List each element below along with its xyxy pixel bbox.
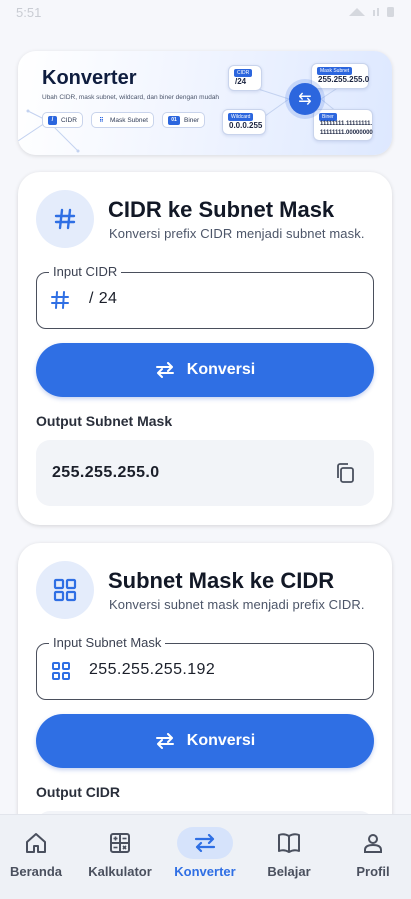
chip-cidr: / CIDR	[42, 112, 83, 128]
hash-icon	[36, 190, 94, 248]
mini-value: /24	[235, 77, 247, 86]
button-label: Konversi	[186, 361, 256, 378]
field-label: Input Subnet Mask	[49, 635, 166, 650]
mini-card-cidr: CIDR /24	[228, 65, 262, 91]
mini-card-binary: Biner 11111111.11111111. 11111111.000000…	[313, 109, 373, 141]
swap-icon	[155, 733, 174, 749]
grid-icon: ⠿	[97, 115, 106, 125]
convert-button[interactable]: Konversi	[36, 714, 374, 768]
slash-icon: /	[48, 115, 57, 125]
converter-banner: Konverter Ubah CIDR, mask subnet, wildca…	[18, 51, 392, 155]
nav-label: Belajar	[267, 864, 311, 879]
mask-input-value[interactable]: 255.255.255.192	[89, 661, 215, 679]
card-description: Konversi subnet mask menjadi prefix CIDR…	[109, 597, 365, 612]
mini-card-mask: Mask Subnet 255.255.255.0	[311, 63, 369, 89]
person-icon	[364, 834, 382, 853]
chip-label: Biner	[184, 116, 200, 124]
mini-tag: CIDR	[234, 69, 253, 77]
swap-icon: ⇆	[289, 83, 321, 115]
output-label: Output CIDR	[36, 784, 120, 800]
mini-card-wildcard: Wildcard 0.0.0.255	[222, 109, 266, 135]
mini-value: 11111111.00000000	[320, 130, 373, 136]
book-icon	[278, 833, 300, 853]
swap-icon	[194, 834, 216, 852]
cidr-input-value[interactable]: / 24	[89, 290, 117, 308]
chip-mask-subnet: ⠿ Mask Subnet	[91, 112, 154, 128]
mini-tag: Wildcard	[228, 113, 254, 121]
active-indicator	[177, 827, 233, 859]
status-time: 5:51	[16, 5, 42, 20]
card-description: Konversi prefix CIDR menjadi subnet mask…	[109, 226, 365, 241]
grid-icon	[36, 561, 94, 619]
status-bar: 5:51	[0, 0, 411, 26]
field-label: Input CIDR	[49, 264, 122, 279]
cidr-to-mask-card: CIDR ke Subnet Mask Konversi prefix CIDR…	[18, 172, 392, 525]
chip-biner: 01 Biner	[162, 112, 206, 128]
mini-value: 11111111.11111111.	[320, 121, 373, 127]
nav-label: Profil	[356, 864, 390, 879]
grid-icon	[51, 661, 71, 686]
mini-tag: Biner	[319, 113, 337, 121]
nav-label: Kalkulator	[88, 864, 152, 879]
mini-tag: Mask Subnet	[317, 67, 353, 75]
nav-label: Beranda	[9, 864, 63, 879]
card-title: Subnet Mask ke CIDR	[108, 568, 335, 593]
calculator-icon	[110, 833, 130, 853]
nav-item-profil[interactable]: Profil	[332, 815, 411, 899]
button-label: Konversi	[186, 732, 256, 749]
banner-subtitle: Ubah CIDR, mask subnet, wildcard, dan bi…	[42, 94, 220, 101]
mini-value: 255.255.255.0	[318, 75, 370, 84]
mini-value: 0.0.0.255	[229, 121, 263, 130]
nav-label: Konverter	[174, 864, 236, 879]
hash-icon	[51, 290, 69, 315]
nav-item-beranda[interactable]: Beranda	[0, 815, 77, 899]
swap-icon	[155, 362, 174, 378]
banner-title: Konverter	[42, 67, 137, 89]
convert-button[interactable]: Konversi	[36, 343, 374, 397]
nav-item-kalkulator[interactable]: Kalkulator	[79, 815, 161, 899]
output-box: 255.255.255.0	[36, 440, 374, 506]
status-icons	[349, 7, 394, 17]
mask-input-field[interactable]: Input Subnet Mask 255.255.255.192	[36, 635, 374, 700]
output-value: 255.255.255.0	[52, 464, 160, 481]
card-title: CIDR ke Subnet Mask	[108, 197, 335, 222]
chip-label: CIDR	[61, 116, 77, 124]
bottom-navigation: Beranda Kalkulator Konverter Belajar Pro…	[0, 814, 411, 899]
copy-icon[interactable]	[334, 462, 356, 484]
output-label: Output Subnet Mask	[36, 413, 173, 429]
chip-label: Mask Subnet	[110, 116, 148, 124]
binary-icon: 01	[168, 115, 180, 125]
nav-item-belajar[interactable]: Belajar	[248, 815, 330, 899]
nav-item-konverter[interactable]: Konverter	[164, 815, 246, 899]
cidr-input-field[interactable]: Input CIDR / 24	[36, 264, 374, 329]
home-icon	[26, 833, 46, 853]
